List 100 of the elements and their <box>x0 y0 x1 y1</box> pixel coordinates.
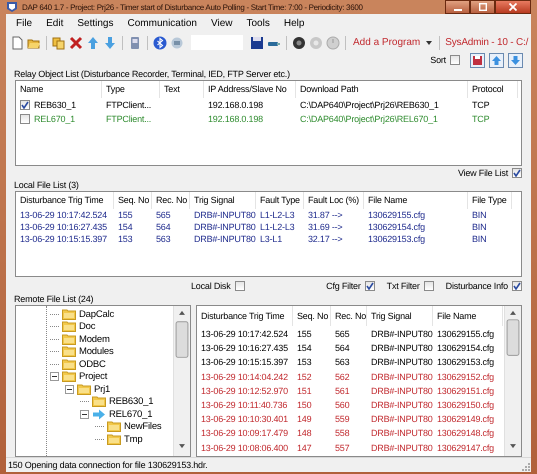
menu-item[interactable]: Help <box>276 18 312 29</box>
column-header[interactable]: Type <box>102 81 160 98</box>
table-cell: TCP <box>472 100 490 110</box>
column-header[interactable]: File Type <box>468 192 512 209</box>
table-cell: 13-06-29 10:10:30.401 <box>201 414 288 424</box>
checkbox-label: View File List <box>458 168 508 178</box>
collapse-icon[interactable] <box>80 410 89 418</box>
save-button[interactable] <box>470 52 485 68</box>
column-header[interactable]: File Name <box>364 192 468 209</box>
table-cell: 130629152.cfg <box>437 372 494 382</box>
table-cell: 13-06-29 10:17:42.524 <box>201 329 288 339</box>
column-header[interactable]: Name <box>16 81 102 98</box>
filter-checkbox[interactable] <box>364 281 375 291</box>
column-header[interactable]: IP Address/Slave No <box>204 81 296 98</box>
column-header[interactable]: Fault Type <box>256 192 304 209</box>
maximize-button[interactable] <box>470 0 495 14</box>
column-header[interactable]: Text <box>160 81 204 98</box>
tree-item[interactable]: ODBC <box>79 358 106 370</box>
column-header[interactable]: Download Path <box>296 81 468 98</box>
tree-item[interactable]: Modules <box>79 346 114 357</box>
scrollbar[interactable] <box>504 306 521 456</box>
column-header[interactable]: Fault Loc (%) <box>304 192 364 209</box>
tree-item[interactable]: REL670_1 <box>109 408 152 420</box>
checkbox-label: Disturbance Info <box>446 281 508 291</box>
filter-checkbox[interactable] <box>512 281 522 291</box>
collapse-icon[interactable] <box>65 384 74 394</box>
filter-checkbox[interactable] <box>424 281 434 291</box>
move-up-button[interactable] <box>489 52 504 68</box>
maximize-icon <box>478 3 486 11</box>
folder-icon <box>77 384 91 394</box>
move-down-button[interactable] <box>508 52 523 68</box>
view-file-list-checkbox[interactable] <box>512 168 522 178</box>
column-header[interactable]: Seq. No <box>293 306 331 326</box>
table-cell: 559 <box>335 414 350 424</box>
down-arrow-icon[interactable] <box>103 36 117 50</box>
tree-item[interactable]: DapCalc <box>79 308 114 320</box>
table-cell: 13-06-29 10:16:27.435 <box>20 222 107 232</box>
column-header[interactable]: Protocol <box>468 81 518 98</box>
bluetooth-icon[interactable] <box>153 36 167 50</box>
device-icon[interactable] <box>128 36 142 50</box>
collapse-icon[interactable] <box>50 372 59 381</box>
menu-item[interactable]: View <box>204 18 240 29</box>
minimize-button[interactable] <box>445 0 470 14</box>
user-label: SysAdmin - 10 - C:/ <box>445 37 528 48</box>
new-document-icon[interactable] <box>10 36 24 50</box>
tree-item[interactable]: REB630_1 <box>109 396 154 407</box>
column-header[interactable]: Disturbance Trig Time <box>16 192 114 209</box>
record-icon[interactable] <box>292 36 306 50</box>
column-header[interactable]: Disturbance Trig Time <box>197 306 293 326</box>
tree-item[interactable]: Prj1 <box>94 384 110 394</box>
close-button[interactable] <box>495 0 531 14</box>
column-header[interactable]: Rec. No <box>331 306 367 326</box>
tree-item[interactable]: Doc <box>79 321 96 332</box>
menu-item[interactable]: File <box>9 18 40 29</box>
sort-checkbox[interactable] <box>450 55 460 65</box>
menu-item[interactable]: Communication <box>120 18 204 29</box>
table-cell: DRB#-INPUT80 <box>371 357 433 368</box>
scrollbar[interactable] <box>173 306 190 456</box>
menu-item[interactable]: Edit <box>39 18 70 29</box>
column-header[interactable]: Rec. No <box>152 192 190 209</box>
caret-icon <box>426 40 432 44</box>
column-header[interactable]: Trig Signal <box>367 306 433 326</box>
save-icon[interactable] <box>250 36 264 50</box>
table-cell: 130629153.cfg <box>368 234 425 244</box>
table-cell: FTPClient... <box>106 100 152 110</box>
table-cell: BIN <box>472 234 486 244</box>
menu-item[interactable]: Settings <box>70 18 120 29</box>
tree-item[interactable]: Tmp <box>124 434 142 444</box>
column-header[interactable]: Seq. No <box>114 192 152 209</box>
network-icon[interactable] <box>170 36 184 50</box>
up-arrow-icon[interactable] <box>86 36 100 50</box>
table-cell: DRB#-INPUT80 <box>371 386 433 396</box>
table-cell: 565 <box>156 210 170 220</box>
tree-item[interactable]: Modem <box>79 334 110 344</box>
table-cell: DRB#-INPUT80 <box>371 442 433 452</box>
table-cell: 150 <box>297 400 312 410</box>
delete-icon[interactable] <box>69 36 83 50</box>
row-checkbox[interactable] <box>20 114 30 124</box>
down-arrow-icon <box>510 54 521 66</box>
table-cell-text: REL670_1 <box>34 113 75 126</box>
folder-icon <box>62 371 76 382</box>
table-cell: 560 <box>335 400 350 410</box>
local-disk-checkbox[interactable] <box>234 281 245 291</box>
resize-grip-icon[interactable] <box>521 462 531 472</box>
table-cell: L1-L2-L3 <box>260 210 294 220</box>
column-header[interactable]: Trig Signal <box>190 192 256 209</box>
table-cell: 31.69 --> <box>308 222 342 232</box>
add-program-dropdown[interactable]: Add a Program <box>351 37 434 48</box>
table-cell: 564 <box>335 343 350 354</box>
folder-icon <box>62 334 76 344</box>
column-header[interactable]: File Name <box>433 306 503 326</box>
tree-item[interactable]: NewFiles <box>124 421 162 432</box>
group-title: Local File List (3) <box>13 179 80 191</box>
tree-item[interactable]: Project <box>79 371 108 382</box>
row-checkbox[interactable] <box>20 100 30 110</box>
table-cell: 13-06-29 10:14:04.242 <box>201 372 288 382</box>
table-cell: 130629154.cfg <box>437 343 494 354</box>
table-cell: 130629148.cfg <box>437 428 494 438</box>
menu-item[interactable]: Tools <box>239 18 277 29</box>
copy-icon[interactable] <box>52 36 66 50</box>
